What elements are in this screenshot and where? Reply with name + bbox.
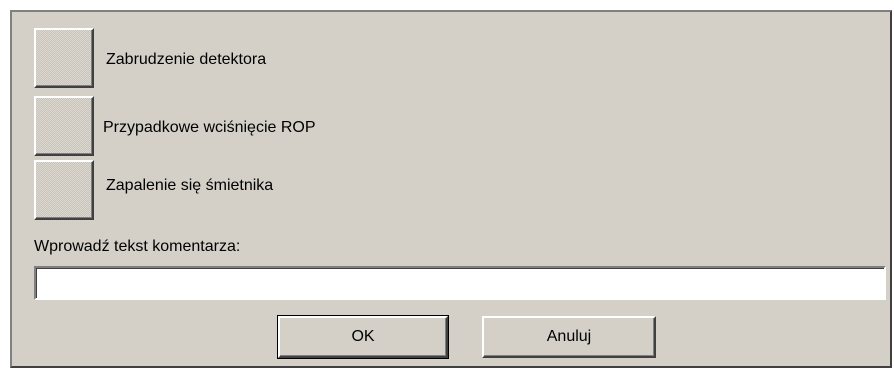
ok-button[interactable]: OK	[277, 315, 449, 359]
cancel-button[interactable]: Anuluj	[482, 316, 656, 358]
reason-button-detector-dirty[interactable]	[34, 28, 94, 88]
reason-label-detector-dirty: Zabrudzenie detektora	[106, 51, 267, 68]
comment-label: Wprowadź tekst komentarza:	[34, 238, 241, 255]
reason-button-bin-fire[interactable]	[34, 160, 94, 220]
reason-label-rop-accidental: Przypadkowe wciśnięcie ROP	[103, 119, 316, 136]
comment-input[interactable]	[34, 266, 886, 300]
reason-button-rop-accidental[interactable]	[34, 96, 94, 156]
comment-dialog: Zabrudzenie detektora Przypadkowe wciśni…	[10, 10, 892, 368]
reason-label-bin-fire: Zapalenie się śmietnika	[106, 177, 274, 194]
